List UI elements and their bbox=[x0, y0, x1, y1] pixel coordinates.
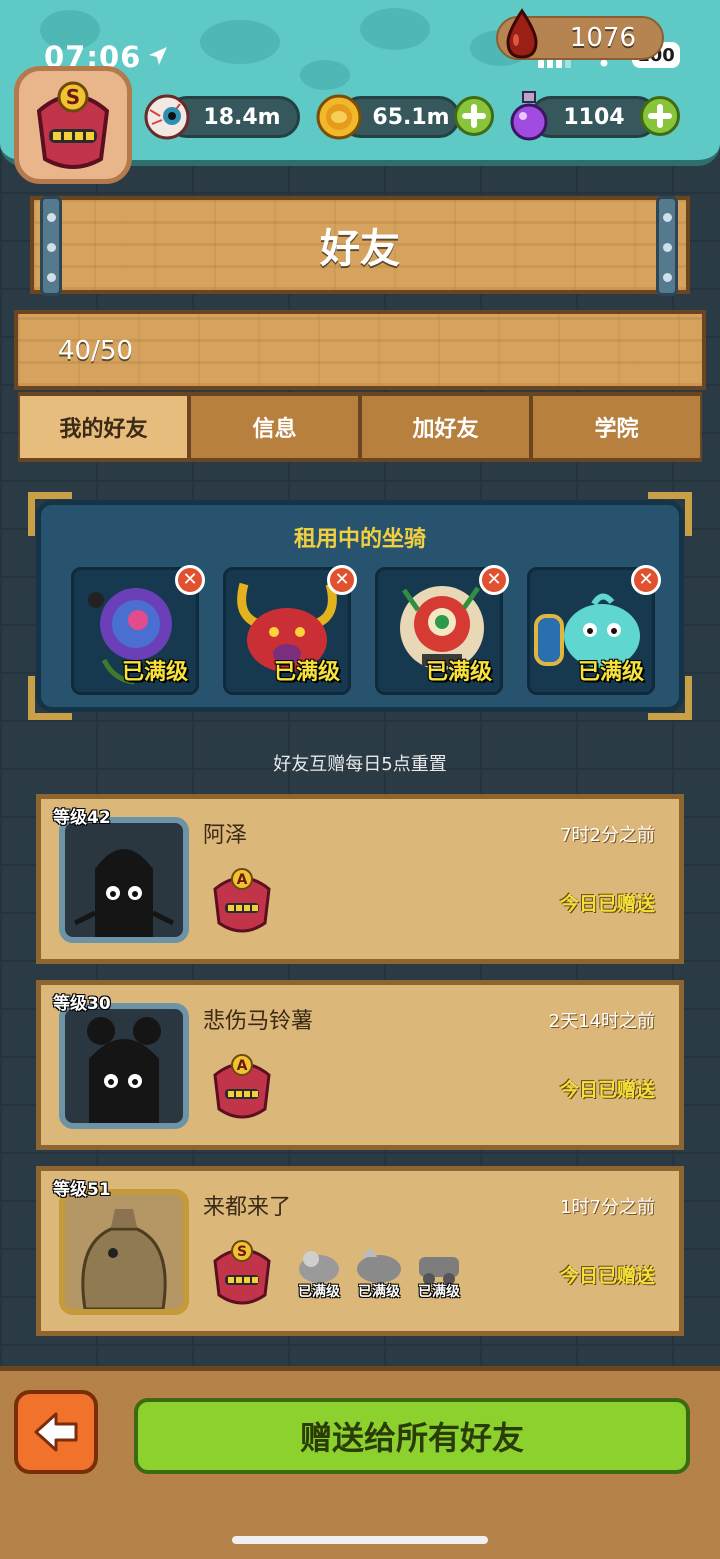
potion-resource-value: 1104 bbox=[563, 104, 625, 130]
gift-all-friends-button[interactable]: 赠送给所有好友 bbox=[134, 1398, 690, 1474]
friend-row[interactable]: 等级42 阿泽 7时2分之前 A 今日已赠送 bbox=[36, 794, 684, 964]
friends-tab-bar: 我的好友 信息 加好友 学院 bbox=[18, 392, 702, 462]
panel-corner bbox=[28, 492, 72, 536]
friend-row[interactable]: 等级30 悲伤马铃薯 2天14时之前 A 今日已赠送 bbox=[36, 980, 684, 1150]
rented-mounts-panel: 租用中的坐骑 已满级 ✕ 已满级 ✕ 已满级 ✕ 已满级 ✕ bbox=[36, 500, 684, 712]
friend-name: 阿泽 bbox=[203, 823, 248, 848]
rank-badge-letter: S bbox=[237, 1244, 247, 1260]
avatar-grade: S bbox=[66, 85, 80, 109]
potion-icon bbox=[510, 91, 548, 141]
rank-badge-letter: A bbox=[237, 1058, 248, 1074]
eyeball-icon bbox=[144, 94, 190, 140]
mount-status-label: 已满级 bbox=[577, 660, 644, 685]
rented-mounts-title: 租用中的坐骑 bbox=[293, 527, 426, 552]
friend-last-online: 1时7分之前 bbox=[560, 1197, 655, 1218]
mount-status-label: 已满级 bbox=[273, 660, 340, 685]
panel-corner bbox=[648, 676, 692, 720]
rank-badge-icon: A bbox=[213, 868, 271, 933]
add-potion-button[interactable] bbox=[640, 96, 680, 136]
friend-last-online: 2天14时之前 bbox=[548, 1011, 655, 1032]
panel-corner bbox=[28, 676, 72, 720]
friend-count: 40/50 bbox=[58, 336, 133, 366]
player-avatar-monster-icon: S bbox=[36, 81, 110, 169]
page-title: 好友 bbox=[320, 226, 400, 272]
back-arrow-icon bbox=[34, 1412, 78, 1452]
daily-reset-note: 好友互赠每日5点重置 bbox=[273, 754, 447, 775]
title-bracket-left bbox=[40, 196, 62, 296]
black-ghost-bun-monster-icon bbox=[87, 1017, 161, 1123]
friend-level: 等级30 bbox=[53, 994, 111, 1014]
friend-level: 等级51 bbox=[53, 1180, 111, 1200]
blood-drop-icon bbox=[506, 8, 538, 59]
friend-mount-thumb: 已满级 bbox=[291, 1241, 347, 1301]
friend-level: 等级42 bbox=[53, 808, 111, 828]
mount-status-label: 已满级 bbox=[418, 1284, 460, 1300]
friend-last-online: 7时2分之前 bbox=[560, 825, 655, 846]
title-board: 好友 bbox=[30, 196, 690, 294]
plus-icon bbox=[648, 104, 672, 128]
location-arrow-icon bbox=[149, 47, 167, 65]
add-gold-button[interactable] bbox=[454, 96, 494, 136]
friend-name: 来都来了 bbox=[203, 1195, 292, 1220]
mount-status-label: 已满级 bbox=[425, 660, 492, 685]
title-bracket-right bbox=[656, 196, 678, 296]
rank-badge-icon: A bbox=[213, 1054, 271, 1119]
gold-resource-value: 65.1m bbox=[372, 104, 450, 130]
gift-status: 今日已赠送 bbox=[559, 1265, 655, 1287]
panel-corner bbox=[648, 492, 692, 536]
gift-status: 今日已赠送 bbox=[559, 893, 655, 915]
black-ghost-monster-icon bbox=[73, 849, 175, 937]
mount-status-label: 已满级 bbox=[298, 1284, 340, 1300]
mount-status-label: 已满级 bbox=[121, 660, 188, 685]
rank-badge-icon: S bbox=[213, 1240, 271, 1305]
gold-coin-icon bbox=[316, 94, 362, 140]
tab-academy[interactable]: 学院 bbox=[531, 392, 702, 462]
friend-name: 悲伤马铃薯 bbox=[203, 1009, 314, 1034]
friend-mount-thumb: 已满级 bbox=[411, 1241, 467, 1301]
home-indicator bbox=[232, 1536, 488, 1544]
eyeball-resource-value: 18.4m bbox=[203, 104, 281, 130]
gift-status: 今日已赠送 bbox=[559, 1079, 655, 1101]
friend-portrait bbox=[59, 1189, 189, 1315]
sack-monster-icon bbox=[81, 1209, 167, 1309]
friend-portrait bbox=[59, 817, 189, 943]
remove-mount-button[interactable]: ✕ bbox=[175, 565, 205, 595]
mount-status-label: 已满级 bbox=[358, 1284, 400, 1300]
tab-messages[interactable]: 信息 bbox=[189, 392, 360, 462]
remove-mount-button[interactable]: ✕ bbox=[631, 565, 661, 595]
friend-mount-thumb: 已满级 bbox=[351, 1241, 407, 1301]
friend-summary-board: 40/50 bbox=[14, 310, 706, 390]
blood-resource-value: 1076 bbox=[569, 23, 636, 53]
back-button[interactable] bbox=[14, 1390, 98, 1474]
tab-my-friends[interactable]: 我的好友 bbox=[18, 392, 189, 462]
friend-portrait bbox=[59, 1003, 189, 1129]
remove-mount-button[interactable]: ✕ bbox=[327, 565, 357, 595]
plus-icon bbox=[462, 104, 486, 128]
tab-add-friend[interactable]: 加好友 bbox=[360, 392, 531, 462]
remove-mount-button[interactable]: ✕ bbox=[479, 565, 509, 595]
friend-row[interactable]: 等级51 来都来了 1时7分之前 S 已满级 已满级 已满级 今日已赠送 bbox=[36, 1166, 684, 1336]
player-avatar[interactable]: S bbox=[14, 66, 132, 184]
rank-badge-letter: A bbox=[237, 872, 248, 888]
